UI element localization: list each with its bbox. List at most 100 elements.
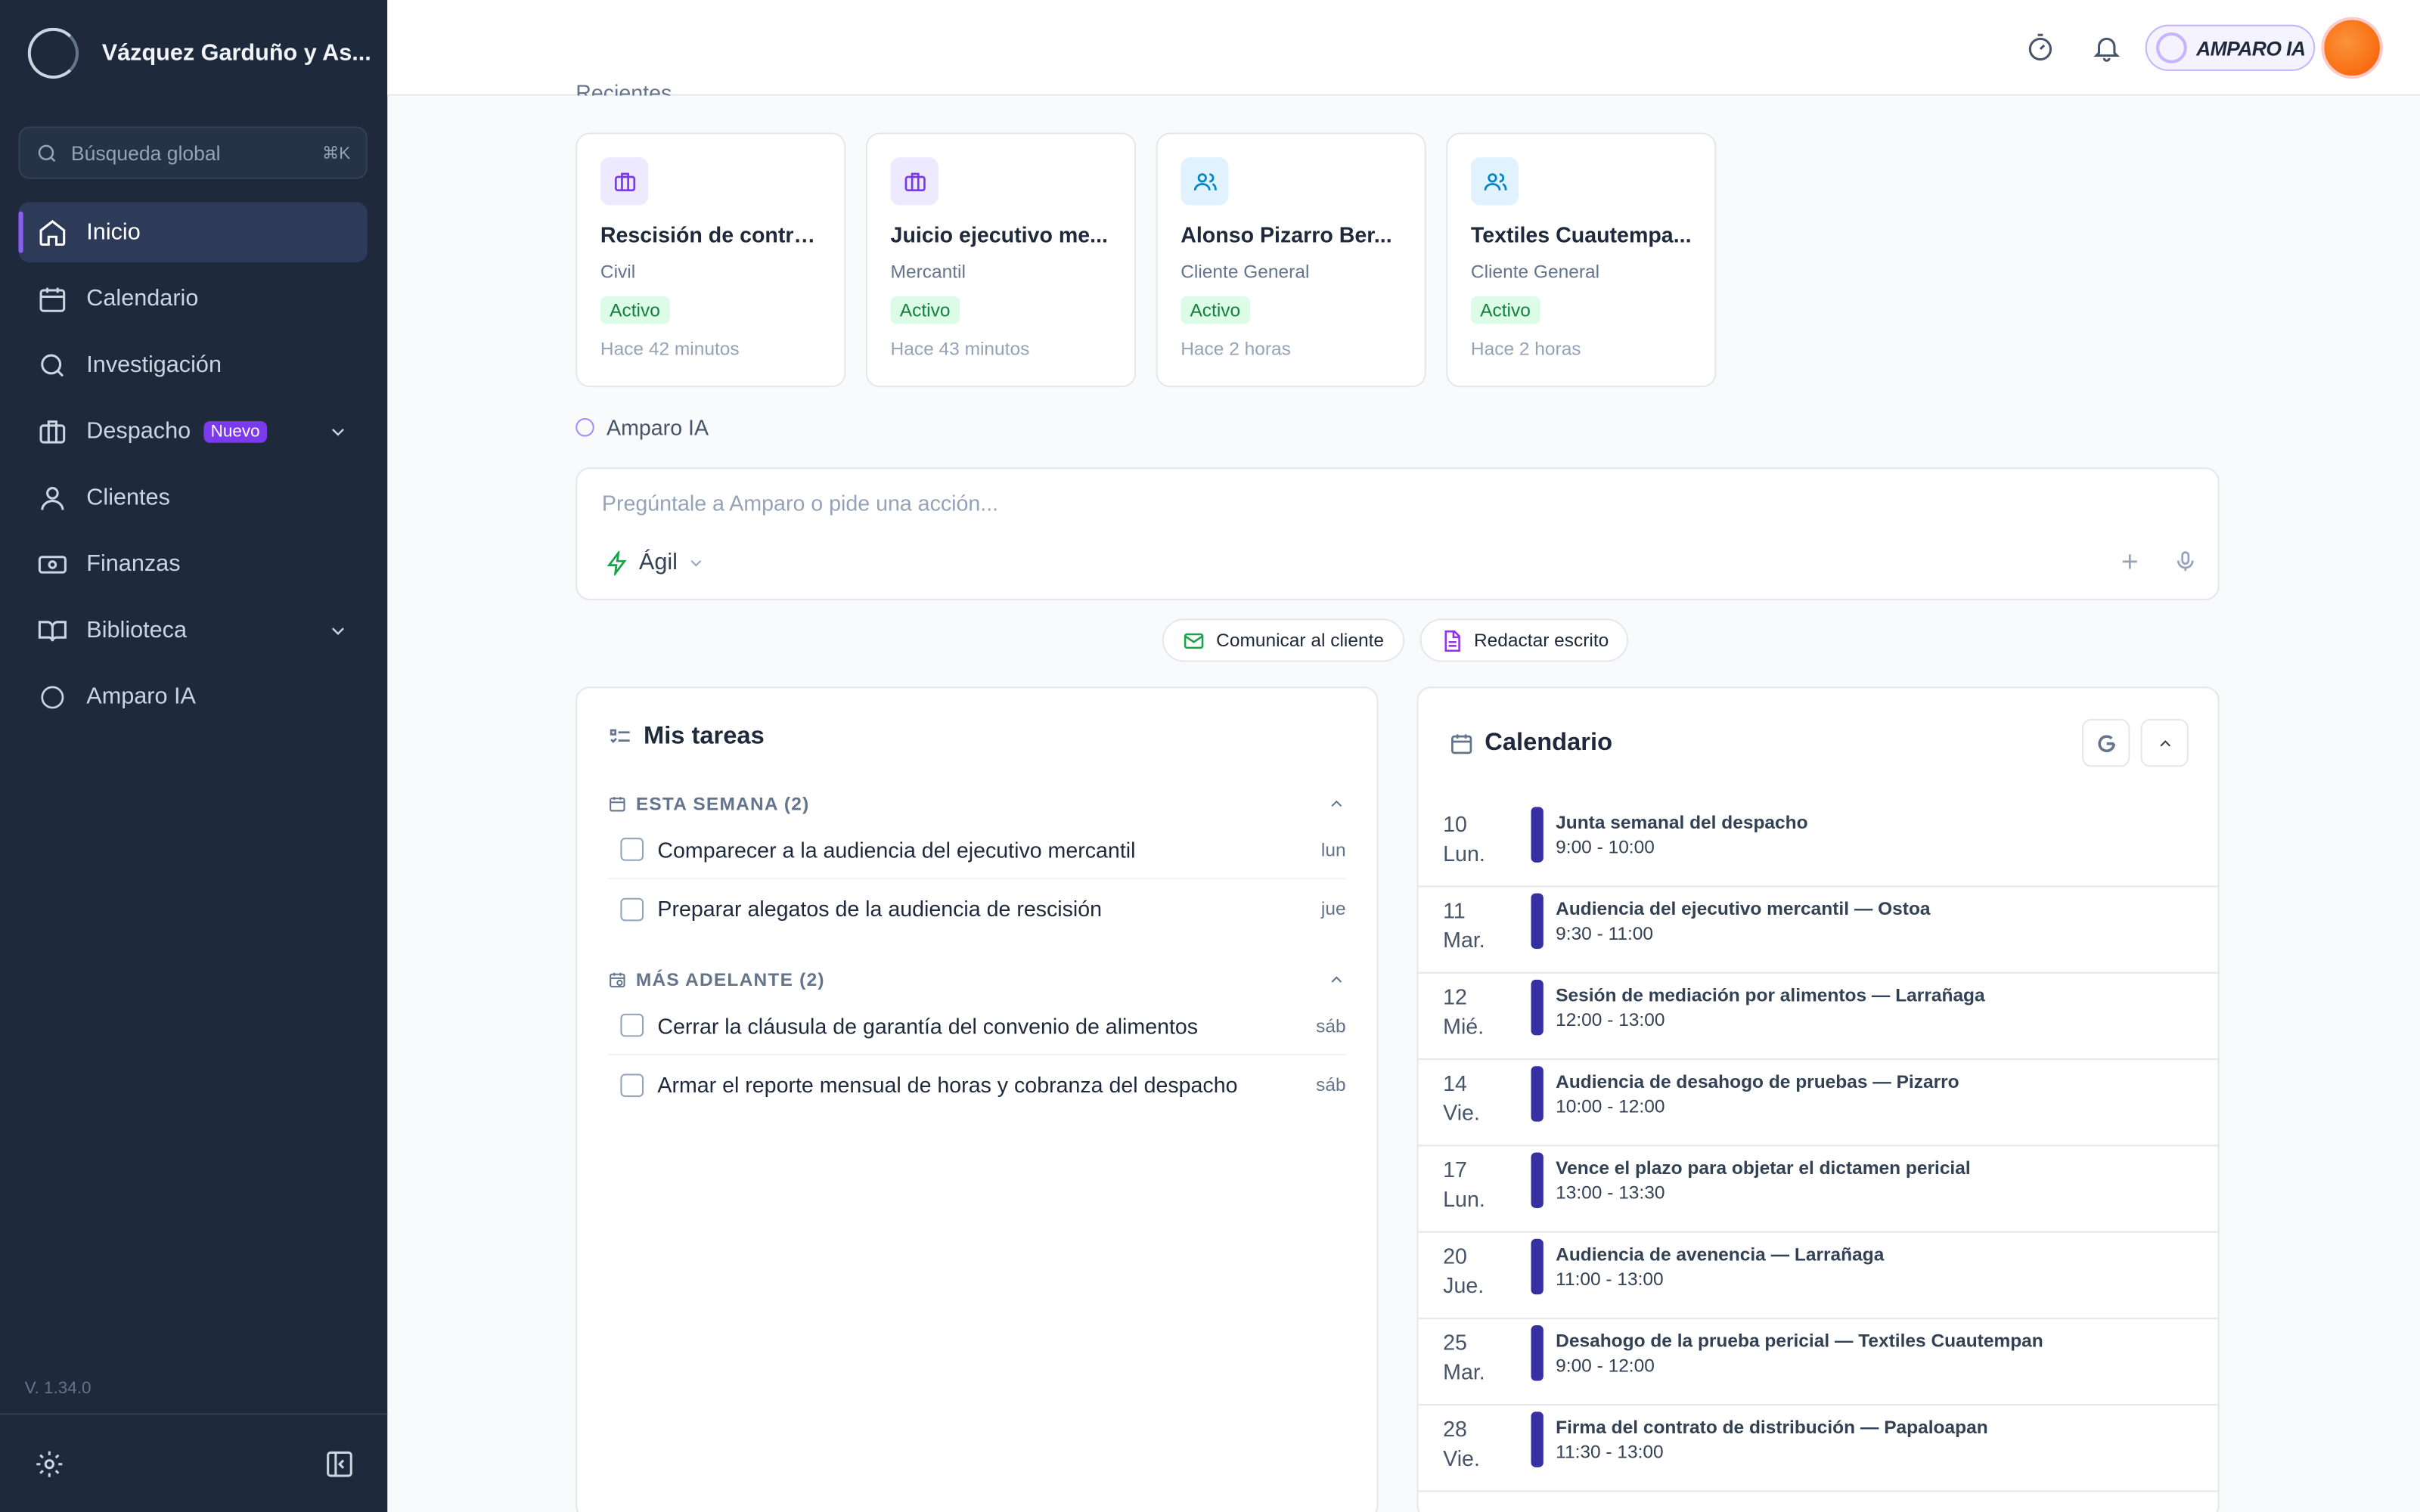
global-search[interactable]: Búsqueda global ⌘K [18, 126, 368, 179]
sidebar-item-label: Finanzas [86, 550, 181, 578]
event-time: 11:00 - 13:00 [1556, 1268, 1664, 1290]
sidebar-item-despacho[interactable]: Despacho Nuevo [18, 401, 367, 462]
app-version: V. 1.34.0 [24, 1379, 92, 1398]
search-icon [38, 144, 56, 162]
collapse-sidebar-icon[interactable] [324, 1448, 355, 1479]
event-title: Junta semanal del despacho [1556, 811, 1808, 834]
bell-icon[interactable] [2091, 33, 2122, 64]
event-date: 11 Mar. [1443, 897, 1485, 953]
sidebar-item-inicio[interactable]: Inicio [18, 202, 368, 262]
task-text[interactable]: Cerrar la cláusula de garantía del conve… [657, 1013, 1198, 1038]
event-title: Audiencia del ejecutivo mercantil — Osto… [1556, 897, 1931, 920]
task-due: sáb [1316, 1074, 1346, 1095]
sidebar-item-investigacion[interactable]: Investigación [18, 335, 367, 395]
task-text[interactable]: Preparar alegatos de la audiencia de res… [657, 897, 1102, 922]
card-title: Rescisión de contra... [600, 222, 821, 247]
chevron-down-icon[interactable] [327, 619, 349, 641]
ai-prompt-box[interactable]: Pregúntale a Amparo o pide una acción...… [576, 467, 2220, 600]
quick-action-draft[interactable]: Redactar escrito [1419, 618, 1629, 662]
calendar-event[interactable]: 14 Vie. Audiencia de desahogo de pruebas … [1418, 1060, 2218, 1147]
chevron-up-icon[interactable] [1327, 971, 1345, 989]
task-checkbox[interactable] [620, 897, 644, 921]
gear-icon[interactable] [34, 1448, 65, 1479]
sidebar-item-biblioteca[interactable]: Biblioteca [18, 600, 367, 661]
event-title: Desahogo de la prueba pericial — Textile… [1556, 1330, 2043, 1352]
timer-icon[interactable] [2025, 33, 2056, 64]
task-text[interactable]: Armar el reporte mensual de horas y cobr… [657, 1072, 1237, 1097]
calendar-event[interactable]: 10 Lun. Junta semanal del despacho 9:00 -… [1418, 801, 2218, 888]
card-title: Juicio ejecutivo me... [890, 222, 1108, 247]
recent-card[interactable]: Rescisión de contra... Civil Activo Hace… [576, 132, 846, 388]
panel-title: Calendario [1485, 730, 1613, 756]
task-checkbox[interactable] [620, 838, 644, 861]
event-title: Vence el plazo para objetar el dictamen … [1556, 1157, 1971, 1179]
section-header[interactable]: MÁS ADELANTE (2) [608, 962, 1346, 996]
ai-mode-label: Ágil [638, 549, 678, 576]
workspace-switcher[interactable]: Vázquez Garduño y As... [27, 27, 371, 79]
calendar-icon [39, 287, 66, 311]
chevron-down-icon[interactable] [327, 420, 349, 442]
recent-card[interactable]: Textiles Cuautempa... Cliente General Ac… [1446, 132, 1717, 388]
event-color-bar [1531, 1152, 1544, 1208]
ring-icon [576, 418, 594, 437]
ai-prompt-input[interactable]: Pregúntale a Amparo o pide una acción... [602, 491, 998, 516]
chevron-up-icon[interactable] [1327, 795, 1345, 813]
sidebar-item-calendario[interactable]: Calendario [18, 268, 367, 329]
quick-action-communicate[interactable]: Comunicar al cliente [1162, 618, 1404, 662]
calendar-event[interactable]: 20 Jue. Audiencia de avenencia — Larrañag… [1418, 1233, 2218, 1319]
event-date: 17 Lun. [1443, 1157, 1485, 1212]
quick-action-label: Redactar escrito [1473, 629, 1609, 652]
calendar-event[interactable]: 11 Mar. Audiencia del ejecutivo mercantil… [1418, 887, 2218, 974]
briefcase-icon [890, 157, 939, 206]
event-time: 10:00 - 12:00 [1556, 1095, 1665, 1117]
home-icon [39, 218, 66, 245]
ring-icon [2156, 32, 2187, 64]
sidebar-item-amparo-ia[interactable]: Amparo IA [18, 667, 367, 727]
calendar-event[interactable]: 12 Mié. Sesión de mediación por alimentos… [1418, 974, 2218, 1061]
task-text[interactable]: Comparecer a la audiencia del ejecutivo … [657, 837, 1135, 862]
workspace-name: Vázquez Garduño y As... [101, 40, 371, 67]
event-time: 9:00 - 10:00 [1556, 836, 1655, 858]
chevron-down-icon [690, 559, 702, 566]
calendar-event[interactable]: 17 Lun. Vence el plazo para objetar el di… [1418, 1146, 2218, 1233]
card-title: Alonso Pizarro Ber... [1181, 222, 1392, 247]
ai-mode-select[interactable]: Ágil [605, 549, 706, 576]
users-icon [1470, 157, 1519, 206]
calendar-event[interactable]: 25 Mar. Desahogo de la prueba pericial — … [1418, 1319, 2218, 1406]
sidebar-item-label: Calendario [86, 285, 199, 312]
microphone-icon[interactable] [2173, 550, 2198, 575]
sidebar-nav: Inicio Calendario Investigación Despacho… [18, 202, 368, 733]
tasks-panel: Mis tareas ESTA SEMANA (2) Comparecer a … [576, 686, 1379, 1512]
sidebar-item-clientes[interactable]: Clientes [18, 467, 367, 528]
card-time: Hace 2 horas [1181, 337, 1291, 360]
calendar-event[interactable]: 28 Vie. Firma del contrato de distribució… [1418, 1405, 2218, 1492]
task-item: Armar el reporte mensual de horas y cobr… [608, 1055, 1346, 1114]
recent-card[interactable]: Alonso Pizarro Ber... Cliente General Ac… [1156, 132, 1426, 388]
sidebar-item-label: Amparo IA [86, 683, 196, 710]
event-color-bar [1531, 979, 1544, 1036]
event-time: 9:00 - 12:00 [1556, 1354, 1655, 1377]
ai-section-label: Amparo IA [576, 415, 709, 440]
plus-icon[interactable] [2118, 550, 2142, 575]
google-sync-button[interactable] [2082, 719, 2130, 767]
sidebar-item-finanzas[interactable]: Finanzas [18, 534, 367, 594]
banknote-icon [38, 555, 67, 573]
section-header[interactable]: ESTA SEMANA (2) [608, 787, 1346, 821]
task-due: jue [1320, 897, 1346, 920]
task-checkbox[interactable] [620, 1073, 644, 1096]
collapse-calendar-button[interactable] [2140, 719, 2189, 767]
card-time: Hace 42 minutos [600, 337, 740, 360]
event-color-bar [1531, 1238, 1544, 1295]
avatar[interactable] [2321, 17, 2384, 79]
tasks-header: Mis tareas [608, 723, 765, 751]
section-label: MÁS ADELANTE (2) [635, 968, 825, 991]
amparo-ia-button[interactable]: AMPARO IA [2145, 24, 2316, 71]
briefcase-icon [39, 420, 66, 443]
event-title: Sesión de mediación por alimentos — Larr… [1556, 984, 1985, 1006]
recent-card[interactable]: Juicio ejecutivo me... Mercantil Activo … [865, 132, 1137, 388]
event-date: 10 Lun. [1443, 811, 1485, 866]
event-color-bar [1531, 1411, 1544, 1467]
sidebar-item-label: Clientes [86, 484, 170, 511]
workspace-logo [27, 27, 79, 79]
task-checkbox[interactable] [620, 1013, 644, 1037]
